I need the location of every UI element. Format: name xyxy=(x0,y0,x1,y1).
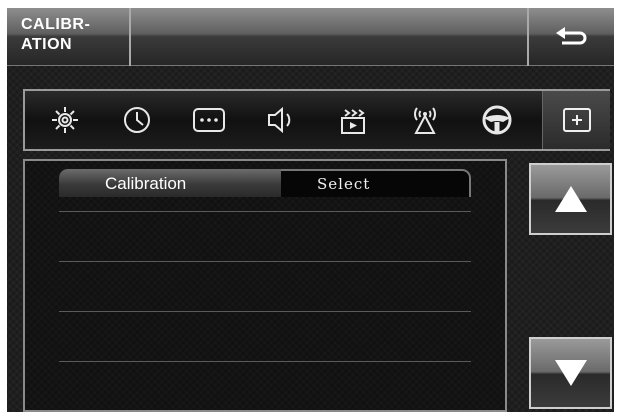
list-row-divider xyxy=(59,311,471,312)
list-row-divider xyxy=(59,261,471,262)
clock-icon xyxy=(124,107,150,133)
header-middle xyxy=(133,8,529,66)
tab-calibration[interactable]: Calibration xyxy=(59,169,281,197)
tool-audio[interactable] xyxy=(251,91,311,149)
gear-icon xyxy=(52,107,78,133)
calibration-screen: CALIBR- ATION Calibration Select xyxy=(7,8,614,412)
tab-calibration-label: Calibration xyxy=(105,174,187,193)
steering-wheel-icon xyxy=(482,105,512,135)
arrow-up-icon xyxy=(555,186,587,212)
more-dots-icon xyxy=(193,108,225,132)
list-header: Calibration Select xyxy=(59,169,471,197)
tab-select-label: Select xyxy=(317,175,371,193)
tool-general-settings[interactable] xyxy=(35,91,95,149)
page-title-line2: ATION xyxy=(21,36,73,53)
list-row-divider xyxy=(59,361,471,362)
tab-select[interactable]: Select xyxy=(281,169,471,197)
list-row-divider xyxy=(59,211,471,212)
page-title: CALIBR- ATION xyxy=(21,15,121,55)
tool-video[interactable] xyxy=(323,91,383,149)
title-box: CALIBR- ATION xyxy=(7,8,131,66)
antenna-icon xyxy=(414,107,436,134)
tool-more[interactable] xyxy=(179,91,239,149)
video-icon xyxy=(341,109,365,134)
header-bar: CALIBR- ATION xyxy=(7,8,614,66)
tool-steering[interactable] xyxy=(467,91,527,149)
return-arrow-icon xyxy=(556,27,587,45)
arrow-down-icon xyxy=(555,360,587,386)
scroll-down-button[interactable] xyxy=(529,337,612,409)
scroll-up-button[interactable] xyxy=(529,163,612,235)
settings-toolbar xyxy=(23,89,610,151)
tool-radio[interactable] xyxy=(395,91,455,149)
tool-calibration[interactable] xyxy=(542,91,610,149)
page-title-line1: CALIBR- xyxy=(21,16,91,33)
speaker-icon xyxy=(268,106,291,134)
tool-time[interactable] xyxy=(107,91,167,149)
calibration-list-panel: Calibration Select xyxy=(23,159,507,412)
back-button[interactable] xyxy=(531,8,614,66)
plus-box-icon xyxy=(563,108,591,132)
